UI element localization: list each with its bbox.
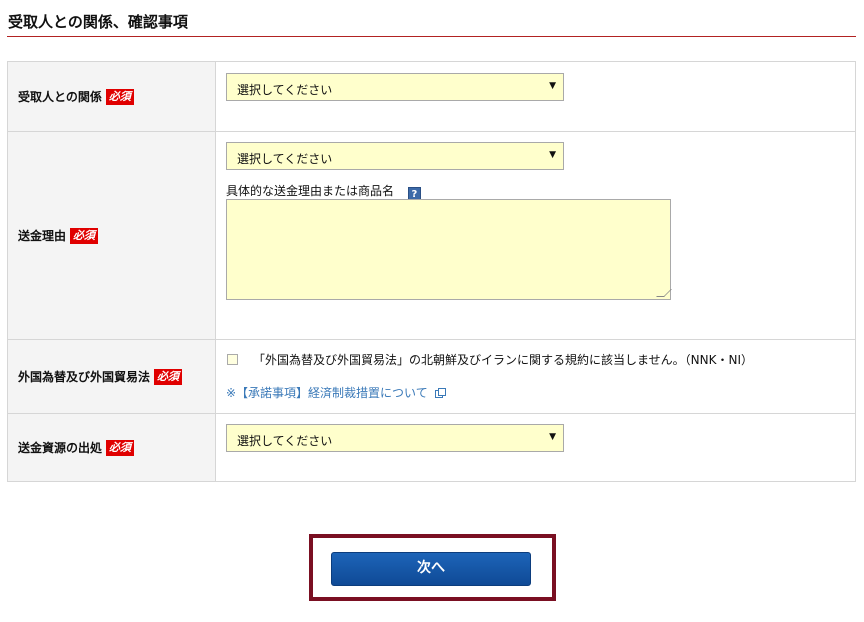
reason-label: 送金理由: [18, 229, 67, 243]
label-cell: 送金資源の出処 必須: [7, 413, 216, 482]
sanctions-link-text[interactable]: ※【承諾事項】経済制裁措置について: [226, 386, 428, 400]
relationship-label: 受取人との関係: [18, 90, 102, 104]
field-cell: 選択してください ▼: [215, 413, 856, 482]
reason-detail-textarea[interactable]: [226, 199, 672, 300]
form-row-relationship: 受取人との関係 必須 選択してください ▼: [7, 61, 856, 132]
label-cell: 外国為替及び外国貿易法 必須: [7, 339, 216, 414]
required-badge: 必須: [105, 88, 134, 105]
fx-law-checkbox-text[interactable]: 「外国為替及び外国貿易法」の北朝鮮及びイランに関する規約に該当しません。（NNK…: [253, 351, 753, 368]
reason-detail-label: 具体的な送金理由または商品名: [226, 184, 395, 198]
reason-detail-label-row: 具体的な送金理由または商品名 ?: [226, 182, 421, 200]
fund-source-label: 送金資源の出処: [18, 441, 103, 455]
form-row-fx-law: 外国為替及び外国貿易法 必須 「外国為替及び外国貿易法」の北朝鮮及びイランに関す…: [7, 339, 856, 414]
required-badge: 必須: [70, 227, 99, 244]
field-cell: 「外国為替及び外国貿易法」の北朝鮮及びイランに関する規約に該当しません。（NNK…: [215, 339, 856, 414]
required-badge: 必須: [154, 368, 183, 385]
sanctions-link[interactable]: ※【承諾事項】経済制裁措置について: [226, 384, 446, 401]
reason-select[interactable]: 選択してください ▼: [226, 142, 564, 170]
fund-source-select-value: 選択してください: [237, 434, 333, 448]
section-title: 受取人との関係、確認事項: [8, 13, 188, 31]
label-cell: 受取人との関係 必須: [7, 61, 216, 132]
form-row-fund-source: 送金資源の出処 必須 選択してください ▼: [7, 413, 856, 482]
relationship-select[interactable]: 選択してください ▼: [226, 73, 564, 101]
field-cell: 選択してください ▼: [215, 61, 856, 132]
next-button-highlight: 次へ: [309, 534, 556, 601]
field-cell: 選択してください ▼ 具体的な送金理由または商品名 ?: [215, 131, 856, 340]
dropdown-arrow-icon: ▼: [549, 150, 556, 160]
fx-law-checkbox[interactable]: [227, 354, 238, 365]
reason-select-value: 選択してください: [237, 152, 333, 166]
required-badge: 必須: [106, 439, 135, 456]
section-heading: 受取人との関係、確認事項: [7, 10, 856, 37]
resize-handle-icon[interactable]: [656, 289, 672, 297]
relationship-select-value: 選択してください: [237, 83, 333, 97]
next-button[interactable]: 次へ: [331, 552, 531, 586]
form-row-reason: 送金理由 必須 選択してください ▼ 具体的な送金理由または商品名 ?: [7, 131, 856, 340]
fund-source-select[interactable]: 選択してください ▼: [226, 424, 564, 452]
external-link-icon: [434, 388, 446, 398]
dropdown-arrow-icon: ▼: [549, 81, 556, 91]
label-cell: 送金理由 必須: [7, 131, 216, 340]
fx-law-label: 外国為替及び外国貿易法: [18, 370, 151, 384]
dropdown-arrow-icon: ▼: [549, 432, 556, 442]
confirmation-form: 受取人との関係 必須 選択してください ▼ 送金理由 必須 選択してください ▼…: [7, 61, 856, 482]
